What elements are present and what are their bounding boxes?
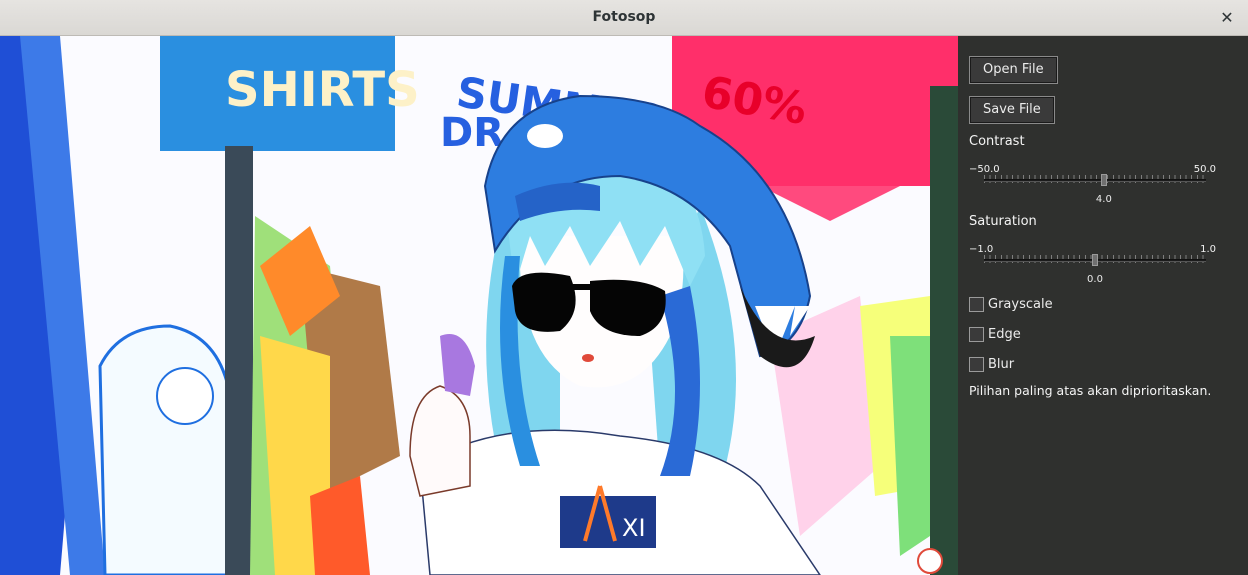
saturation-label: Saturation — [969, 214, 1037, 229]
save-file-button[interactable]: Save File — [969, 96, 1055, 124]
window-title: Fotosop — [592, 9, 656, 25]
priority-note: Pilihan paling atas akan diprioritaskan. — [969, 383, 1212, 398]
close-icon[interactable]: ✕ — [1216, 7, 1238, 29]
grayscale-box[interactable] — [969, 296, 984, 312]
saturation-value: 0.0 — [1087, 274, 1103, 285]
image-canvas: SHIRTS SUMMER DR 60% — [0, 36, 958, 575]
grayscale-label: Grayscale — [988, 296, 1053, 312]
contrast-max-label: 50.0 — [1193, 164, 1216, 175]
contrast-value: 4.0 — [1095, 194, 1112, 205]
sign-shirts: SHIRTS — [225, 62, 420, 118]
open-file-button[interactable]: Open File — [969, 56, 1058, 84]
title-bar[interactable]: Fotosop ✕ — [0, 0, 1248, 36]
grayscale-checkbox[interactable]: Grayscale — [969, 295, 1053, 313]
contrast-min-label: −50.0 — [969, 164, 1000, 175]
saturation-max-label: 1.0 — [1200, 244, 1216, 255]
anime-image: SHIRTS SUMMER DR 60% — [0, 36, 958, 575]
control-panel: Open File Save File Contrast −50.0 50.0 … — [958, 36, 1248, 575]
shirt-text: XI — [622, 514, 646, 542]
edge-checkbox[interactable]: Edge — [969, 325, 1021, 343]
blur-box[interactable] — [969, 356, 984, 372]
blur-label: Blur — [988, 356, 1015, 372]
saturation-slider[interactable]: −1.0 1.0 0.0 — [968, 244, 1218, 296]
edge-label: Edge — [988, 326, 1021, 342]
contrast-handle[interactable] — [1100, 174, 1107, 186]
contrast-label: Contrast — [969, 134, 1025, 149]
sign-dr: DR — [440, 110, 504, 156]
saturation-min-label: −1.0 — [969, 244, 994, 255]
blur-checkbox[interactable]: Blur — [969, 355, 1014, 373]
saturation-handle[interactable] — [1092, 254, 1098, 266]
contrast-track[interactable] — [984, 179, 1206, 182]
contrast-slider[interactable]: −50.0 50.0 4.0 — [968, 164, 1218, 216]
app-window: Fotosop ✕ SHIRTS SUMMER DR — [0, 0, 1248, 575]
edge-box[interactable] — [969, 326, 984, 342]
